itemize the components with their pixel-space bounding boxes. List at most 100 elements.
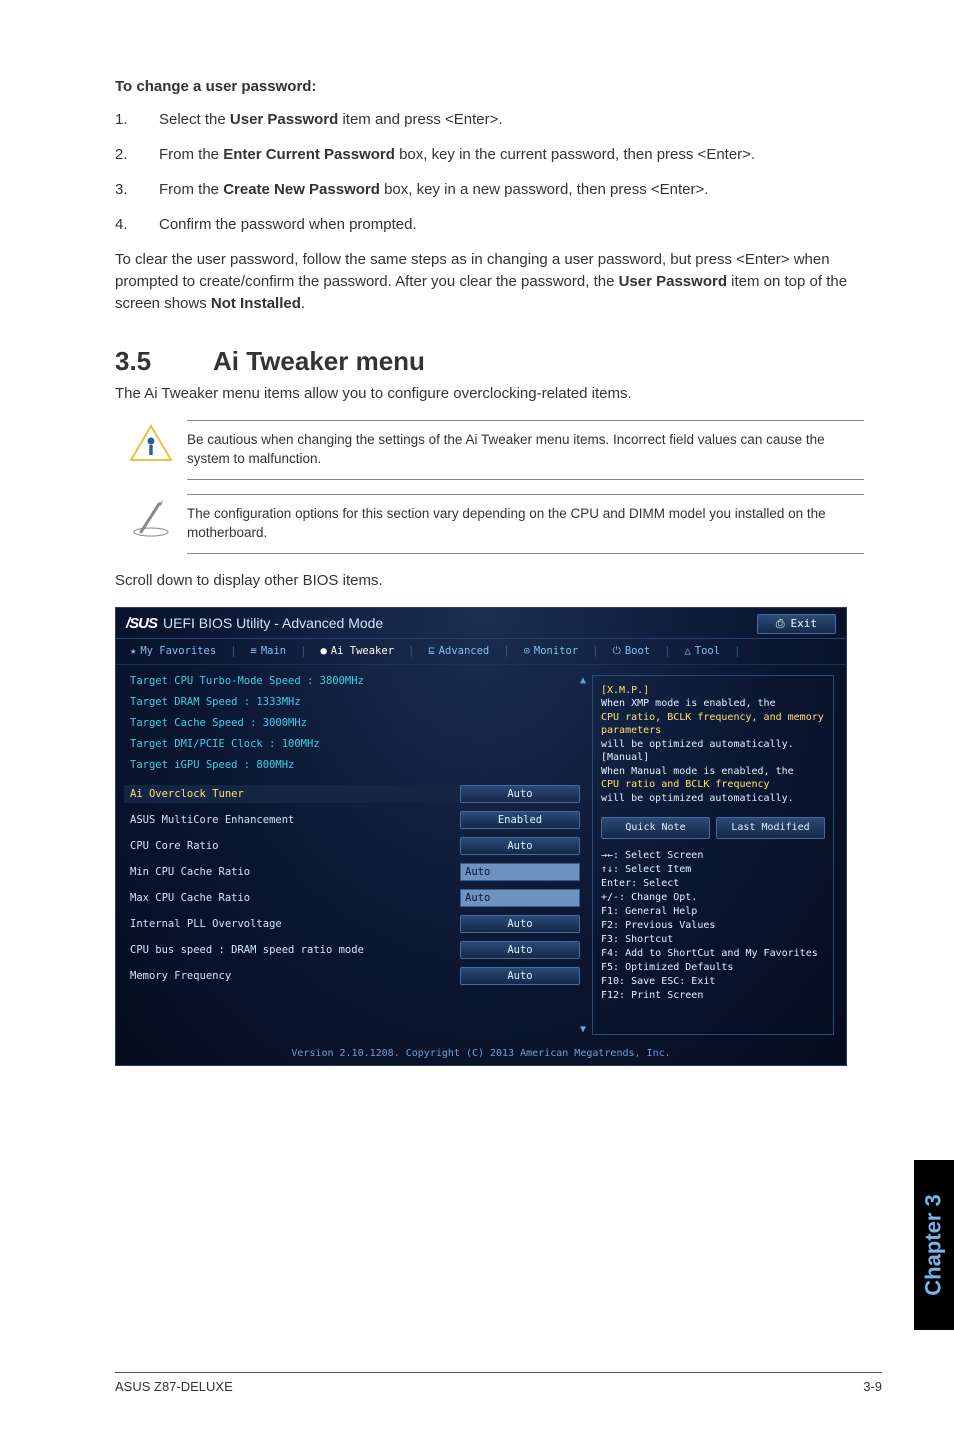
tab-monitor[interactable]: ⊙Monitor [524,645,579,658]
text-bold: Create New Password [223,181,380,198]
bios-title: UEFI BIOS Utility - Advanced Mode [163,615,383,631]
bios-tab-bar: ★My Favorites| ≡Main| ●Ai Tweaker| ⊑Adva… [116,639,846,665]
scroll-up-icon[interactable]: ▲ [580,675,586,686]
tab-label: My Favorites [140,645,216,657]
setting-value-dropdown[interactable]: Auto [460,941,580,959]
step-num: 3. [115,179,159,200]
text-fragment: item and press <Enter>. [338,111,502,128]
setting-internal-pll-overvoltage[interactable]: Internal PLL Overvoltage Auto [130,915,580,933]
clear-password-para: To clear the user password, follow the s… [115,249,864,314]
section-heading: 3.5Ai Tweaker menu [115,346,864,377]
tab-advanced[interactable]: ⊑ Advanced [428,645,489,658]
setting-value-input[interactable]: Auto [460,863,580,881]
help-line: When XMP mode is enabled, the [601,697,825,711]
setting-value-input[interactable]: Auto [460,889,580,907]
section-subtext: The Ai Tweaker menu items allow you to c… [115,385,864,402]
setting-value-dropdown[interactable]: Auto [460,837,580,855]
tab-label: Advanced [439,645,490,657]
text-fragment: Confirm the password when prompted. [159,216,417,233]
step-num: 1. [115,109,159,130]
tool-icon: △ [684,645,690,657]
text-fragment: From the [159,181,223,198]
help-line: CPU ratio and BCLK frequency [601,778,825,792]
setting-label: ASUS MultiCore Enhancement [130,814,460,826]
step-num: 2. [115,144,159,165]
power-icon: ⏻ [613,645,621,658]
text-fragment: . [301,295,305,312]
step-4: 4. Confirm the password when prompted. [115,214,864,235]
step-text: Confirm the password when prompted. [159,214,864,235]
target-dmi-pcie: Target DMI/PCIE Clock : 100MHz [130,738,580,750]
tab-boot[interactable]: ⏻ Boot [613,645,651,658]
warning-callout: Be cautious when changing the settings o… [115,420,864,480]
change-password-heading: To change a user password: [115,78,864,95]
target-cpu-turbo: Target CPU Turbo-Mode Speed : 3800MHz [130,675,580,687]
scroll-hint: Scroll down to display other BIOS items. [115,572,864,589]
key-hint: F4: Add to ShortCut and My Favorites [601,947,825,961]
section-title: Ai Tweaker menu [213,346,425,376]
setting-label: CPU bus speed : DRAM speed ratio mode [130,944,460,956]
advanced-icon: ⊑ [428,645,434,657]
setting-cpu-core-ratio[interactable]: CPU Core Ratio Auto [130,837,580,855]
section-number: 3.5 [115,346,213,377]
tab-label: Tool [695,645,720,657]
chapter-sidebar-tab: Chapter 3 [914,1160,954,1330]
tab-tool[interactable]: △ Tool [684,645,720,658]
help-heading: [Manual] [601,751,825,765]
setting-ai-overclock-tuner[interactable]: Ai Overclock Tuner Auto [124,785,580,803]
exit-button[interactable]: ⎙ Exit [757,614,836,634]
list-icon: ≡ [251,645,257,657]
bios-titlebar: /SUS UEFI BIOS Utility - Advanced Mode ⎙… [116,608,846,639]
help-line: will be optimized automatically. [601,792,825,806]
key-hint: F5: Optimized Defaults [601,961,825,975]
step-text: From the Create New Password box, key in… [159,179,864,200]
setting-min-cpu-cache-ratio[interactable]: Min CPU Cache Ratio Auto [130,863,580,881]
last-modified-button[interactable]: Last Modified [716,817,825,839]
quick-note-button[interactable]: Quick Note [601,817,710,839]
tab-main[interactable]: ≡ Main [251,645,287,658]
setting-value-dropdown[interactable]: Auto [460,915,580,933]
target-dram-speed: Target DRAM Speed : 1333MHz [130,696,580,708]
setting-label: Min CPU Cache Ratio [130,866,460,878]
footer-product: ASUS Z87-DELUXE [115,1379,233,1394]
monitor-icon: ⊙ [524,645,530,657]
setting-cpu-dram-ratio-mode[interactable]: CPU bus speed : DRAM speed ratio mode Au… [130,941,580,959]
asus-logo: /SUS [126,615,157,632]
target-cache-speed: Target Cache Speed : 3000MHz [130,717,580,729]
help-line: When Manual mode is enabled, the [601,765,825,779]
target-igpu-speed: Target iGPU Speed : 800MHz [130,759,580,771]
text-fragment: box, key in the current password, then p… [395,146,755,163]
setting-label: Ai Overclock Tuner [130,788,460,800]
setting-memory-frequency[interactable]: Memory Frequency Auto [130,967,580,985]
step-text: Select the User Password item and press … [159,109,864,130]
setting-label: CPU Core Ratio [130,840,460,852]
text-fragment: From the [159,146,223,163]
key-hint: ↑↓: Select Item [601,863,825,877]
text-bold: Enter Current Password [223,146,395,163]
setting-value-dropdown[interactable]: Enabled [460,811,580,829]
setting-value-dropdown[interactable]: Auto [460,967,580,985]
help-heading: [X.M.P.] [601,684,825,698]
tab-my-favorites[interactable]: ★ My Favorites [130,645,216,658]
note-icon [115,494,187,538]
help-keys: →←: Select Screen ↑↓: Select Item Enter:… [601,849,825,1003]
bios-version: Version 2.10.1208. Copyright (C) 2013 Am… [116,1045,846,1065]
bios-help-panel: [X.M.P.] When XMP mode is enabled, the C… [592,675,834,1035]
setting-value-dropdown[interactable]: Auto [460,785,580,803]
tweaker-icon: ● [320,645,326,657]
text-bold: User Password [230,111,338,128]
steps-list: 1. Select the User Password item and pre… [115,109,864,235]
tab-label: Main [261,645,286,657]
scroll-down-icon[interactable]: ▼ [580,1024,586,1035]
help-line: CPU ratio, BCLK frequency, and memory pa… [601,711,825,738]
key-hint: Enter: Select [601,877,825,891]
tab-label: Boot [625,645,650,657]
setting-multicore-enhancement[interactable]: ASUS MultiCore Enhancement Enabled [130,811,580,829]
tab-ai-tweaker[interactable]: ●Ai Tweaker [320,645,394,658]
star-icon: ★ [130,645,136,657]
setting-max-cpu-cache-ratio[interactable]: Max CPU Cache Ratio Auto [130,889,580,907]
footer-page-number: 3-9 [863,1379,882,1394]
key-hint: →←: Select Screen [601,849,825,863]
key-hint: F1: General Help [601,905,825,919]
key-hint: F10: Save ESC: Exit [601,975,825,989]
